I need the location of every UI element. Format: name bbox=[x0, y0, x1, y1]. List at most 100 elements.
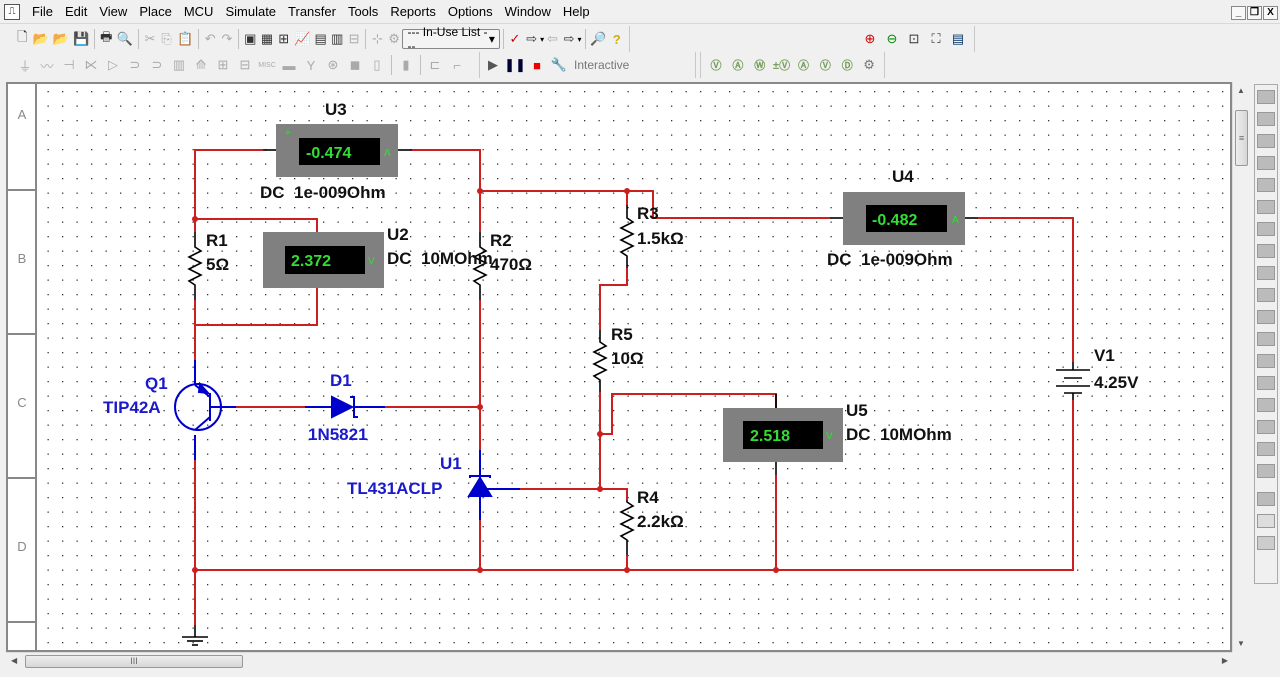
run-simulation-icon[interactable]: ▶ bbox=[484, 56, 502, 74]
oscilloscope-icon[interactable] bbox=[1257, 156, 1275, 170]
menu-mcu[interactable]: MCU bbox=[178, 4, 220, 19]
reference-probe-icon[interactable]: Ⓥ bbox=[816, 56, 834, 74]
design-toolbox-icon[interactable]: ▣ bbox=[244, 30, 257, 48]
menu-view[interactable]: View bbox=[93, 4, 133, 19]
grapher-icon[interactable]: 📈 bbox=[294, 30, 310, 48]
zoom-area-icon[interactable]: ⊡ bbox=[905, 30, 923, 48]
chevron-down-icon[interactable]: ▾ bbox=[540, 35, 544, 44]
undo-icon[interactable]: ↶ bbox=[204, 30, 217, 48]
paste-icon[interactable]: 📋 bbox=[177, 30, 193, 48]
bus-entry-icon[interactable]: ⌐ bbox=[448, 56, 466, 74]
current-probe-icon[interactable]: Ⓐ bbox=[729, 56, 747, 74]
ereview-icon[interactable]: ⚙ bbox=[388, 30, 401, 48]
diode-icon[interactable]: ⊣ bbox=[60, 56, 78, 74]
find-examples-icon[interactable]: 🔎 bbox=[590, 30, 606, 48]
help-icon[interactable]: ? bbox=[610, 30, 623, 48]
redo-icon[interactable]: ↷ bbox=[221, 30, 234, 48]
restore-button[interactable]: ❐ bbox=[1247, 6, 1262, 20]
menu-help[interactable]: Help bbox=[557, 4, 596, 19]
open-sample-icon[interactable]: 📂 bbox=[53, 30, 69, 48]
pause-simulation-icon[interactable]: ❚❚ bbox=[504, 56, 526, 74]
transfer-to-ultiboard-icon[interactable]: ⇨ bbox=[525, 30, 538, 48]
forward-annotate-icon[interactable]: ⇨ bbox=[563, 30, 576, 48]
horizontal-scrollbar[interactable]: ◀ III ▶ bbox=[6, 652, 1232, 669]
menu-transfer[interactable]: Transfer bbox=[282, 4, 342, 19]
mixed-icon[interactable]: ⟰ bbox=[192, 56, 210, 74]
chevron-down-icon[interactable]: ▾ bbox=[577, 35, 581, 44]
multimeter-icon[interactable] bbox=[1257, 90, 1275, 104]
menu-tools[interactable]: Tools bbox=[342, 4, 384, 19]
backannotate-icon[interactable]: ⇦ bbox=[546, 30, 559, 48]
vertical-scroll-thumb[interactable]: ≡ bbox=[1235, 110, 1248, 166]
menu-reports[interactable]: Reports bbox=[384, 4, 442, 19]
zoom-out-icon[interactable]: ⊖ bbox=[883, 30, 901, 48]
transistor-icon[interactable]: ⋉ bbox=[82, 56, 100, 74]
probe-settings-icon[interactable]: ⚙ bbox=[860, 56, 878, 74]
differential-voltage-probe-icon[interactable]: ±Ⓥ bbox=[773, 56, 791, 74]
agilent-multimeter-icon[interactable] bbox=[1257, 420, 1275, 434]
menu-options[interactable]: Options bbox=[442, 4, 499, 19]
schematic-canvas[interactable]: A B C D -0.474 A + 2.372 V -0.482 A 2.51… bbox=[6, 82, 1232, 652]
indicator-icon[interactable]: ⊞ bbox=[214, 56, 232, 74]
postprocessor-icon[interactable]: ▤ bbox=[314, 30, 327, 48]
analog-icon[interactable]: ▷ bbox=[104, 56, 122, 74]
rf-icon[interactable]: Y bbox=[302, 56, 320, 74]
connector-icon[interactable]: ▯ bbox=[368, 56, 386, 74]
vertical-scrollbar[interactable]: ▲ ≡ ▼ bbox=[1232, 82, 1249, 652]
scroll-left-icon[interactable]: ◀ bbox=[11, 656, 17, 665]
bode-plotter-icon[interactable] bbox=[1257, 200, 1275, 214]
agilent-generator-icon[interactable] bbox=[1257, 398, 1275, 412]
hierarchical-block-icon[interactable]: ▮ bbox=[397, 56, 415, 74]
spectrum-analyzer-icon[interactable] bbox=[1257, 354, 1275, 368]
menu-window[interactable]: Window bbox=[499, 4, 557, 19]
zoom-fit-icon[interactable]: ⛶ bbox=[927, 30, 945, 48]
power-component-icon[interactable]: ⊟ bbox=[236, 56, 254, 74]
save-icon[interactable]: 💾 bbox=[73, 30, 89, 48]
tektronix-oscilloscope-icon[interactable] bbox=[1257, 464, 1275, 478]
bus-icon[interactable]: ⊏ bbox=[426, 56, 444, 74]
cut-icon[interactable]: ✂ bbox=[144, 30, 157, 48]
mcu-icon[interactable]: ▥ bbox=[170, 56, 188, 74]
power-probe-icon[interactable]: Ⓦ bbox=[751, 56, 769, 74]
agilent-oscilloscope-icon[interactable] bbox=[1257, 442, 1275, 456]
component-wizard-icon[interactable]: ▥ bbox=[331, 30, 344, 48]
scroll-up-icon[interactable]: ▲ bbox=[1237, 86, 1245, 95]
full-screen-icon[interactable]: ▤ bbox=[949, 30, 967, 48]
ttl-icon[interactable]: ⊃ bbox=[126, 56, 144, 74]
meter-u2[interactable]: 2.372 V bbox=[263, 232, 384, 288]
word-generator-icon[interactable] bbox=[1257, 244, 1275, 258]
print-preview-icon[interactable]: 🔍 bbox=[117, 30, 133, 48]
print-icon[interactable]: 🖶 bbox=[100, 29, 113, 48]
erc-icon[interactable]: ✓ bbox=[509, 30, 522, 48]
logic-converter-icon[interactable] bbox=[1257, 288, 1275, 302]
scroll-down-icon[interactable]: ▼ bbox=[1237, 639, 1245, 648]
minimize-button[interactable]: _ bbox=[1231, 6, 1246, 20]
network-analyzer-icon[interactable] bbox=[1257, 376, 1275, 390]
scroll-right-icon[interactable]: ▶ bbox=[1222, 656, 1228, 665]
frequency-counter-icon[interactable] bbox=[1257, 222, 1275, 236]
copy-icon[interactable]: ⎘ bbox=[160, 30, 173, 48]
basic-icon[interactable]: 〰 bbox=[38, 56, 56, 74]
menu-simulate[interactable]: Simulate bbox=[219, 4, 282, 19]
logic-analyzer-icon[interactable] bbox=[1257, 266, 1275, 280]
database-manager-icon[interactable]: ⊟ bbox=[348, 30, 361, 48]
create-component-icon[interactable]: ⊹ bbox=[371, 30, 384, 48]
menu-edit[interactable]: Edit bbox=[59, 4, 93, 19]
meter-u3[interactable]: -0.474 A + bbox=[276, 124, 398, 177]
app-icon[interactable]: ⎍ bbox=[4, 3, 20, 20]
in-use-list-dropdown[interactable]: --- In-Use List --- ▾ bbox=[402, 25, 500, 53]
function-generator-icon[interactable] bbox=[1257, 112, 1275, 126]
labview-instrument-icon[interactable] bbox=[1257, 492, 1275, 506]
voltage-current-probe-icon[interactable]: Ⓐ bbox=[795, 56, 813, 74]
source-icon[interactable]: ⏚ bbox=[16, 56, 34, 74]
spice-netlist-icon[interactable]: ⊞ bbox=[277, 30, 290, 48]
stop-simulation-icon[interactable]: ■ bbox=[528, 56, 546, 74]
wrench-icon[interactable]: 🔧 bbox=[550, 56, 568, 74]
distortion-analyzer-icon[interactable] bbox=[1257, 332, 1275, 346]
ni-elvis-icon[interactable] bbox=[1257, 514, 1275, 528]
menu-file[interactable]: File bbox=[26, 4, 59, 19]
misc-icon[interactable]: MISC bbox=[258, 56, 276, 74]
electromechanical-icon[interactable]: ⊛ bbox=[324, 56, 342, 74]
zoom-in-icon[interactable]: ⊕ bbox=[861, 30, 879, 48]
menu-place[interactable]: Place bbox=[133, 4, 178, 19]
